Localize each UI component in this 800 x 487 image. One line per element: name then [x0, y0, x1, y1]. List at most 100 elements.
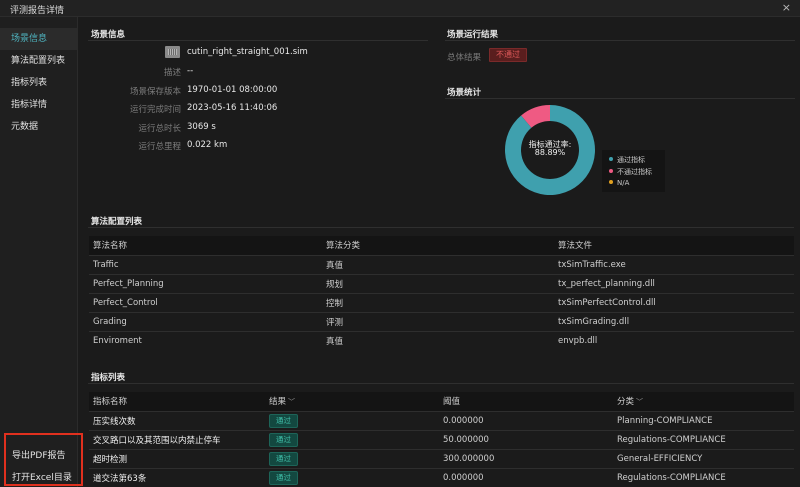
table-cell: Perfect_Planning [89, 273, 322, 293]
table-row: Enviroment 真值 envpb.dll [89, 330, 794, 350]
chevron-down-icon: ﹀ [288, 398, 296, 407]
algo-config-title: 算法配置列表 [91, 217, 143, 227]
table-cell: tx_perfect_planning.dll [554, 273, 794, 293]
sidebar-item-algo-config[interactable]: 算法配置列表 [0, 50, 77, 72]
table-row: 交叉路口以及其范围以内禁止停车 通过 50.000000 Regulations… [89, 429, 794, 449]
table-row: Traffic 真值 txSimTraffic.exe [89, 254, 794, 274]
overall-result-badge: 不通过 [489, 48, 527, 62]
legend-swatch [609, 157, 613, 161]
field-label: 描述 [163, 68, 181, 78]
sidebar-item-metric-detail[interactable]: 指标详情 [0, 94, 77, 116]
field-value: 0.022 km [187, 140, 228, 150]
table-row: Grading 评测 txSimGrading.dll [89, 311, 794, 331]
legend-label: N/A [617, 179, 630, 187]
close-icon[interactable]: × [782, 1, 791, 14]
legend-item: N/A [609, 179, 629, 187]
chevron-down-icon: ﹀ [636, 398, 644, 407]
pass-badge: 通过 [269, 413, 298, 428]
column-header-result[interactable]: 结果 ﹀ [265, 392, 439, 411]
sidebar-item-metadata[interactable]: 元数据 [0, 116, 77, 138]
table-cell: 0.000000 [439, 467, 613, 487]
field-label: 运行完成时间 [129, 105, 181, 115]
table-cell: Grading [89, 311, 322, 331]
legend-swatch [609, 180, 613, 184]
run-result-title: 场景运行结果 [447, 30, 499, 40]
column-header-label: 结果 [269, 397, 287, 408]
sidebar-item-metric-list[interactable]: 指标列表 [0, 72, 77, 94]
table-row: Perfect_Control 控制 txSimPerfectControl.d… [89, 292, 794, 312]
table-cell: Enviroment [89, 330, 322, 350]
open-excel-button[interactable]: 打开Excel目录 [12, 470, 72, 483]
table-header-row: 算法名称 算法分类 算法文件 [89, 236, 794, 255]
table-cell: General-EFFICIENCY [613, 448, 794, 468]
table-cell: 通过 [265, 410, 439, 430]
table-cell: 交叉路口以及其范围以内禁止停车 [89, 429, 265, 449]
table-cell: 通过 [265, 429, 439, 449]
field-value: 3069 s [187, 122, 216, 132]
table-cell: envpb.dll [554, 330, 794, 350]
sidebar: 场景信息 算法配置列表 指标列表 指标详情 元数据 [0, 17, 78, 487]
table-cell: 压实线次数 [89, 410, 265, 430]
column-header-category[interactable]: 分类 ﹀ [613, 392, 794, 411]
column-header: 算法名称 [89, 236, 322, 255]
table-cell: Perfect_Control [89, 292, 322, 312]
table-cell: 通过 [265, 448, 439, 468]
metric-list-title: 指标列表 [91, 373, 126, 383]
table-cell: txSimGrading.dll [554, 311, 794, 331]
table-cell: Planning-COMPLIANCE [613, 410, 794, 430]
table-cell: 真值 [322, 254, 554, 274]
table-cell: 300.000000 [439, 448, 613, 468]
legend-label: 通过指标 [617, 156, 645, 164]
sidebar-item-scene-info[interactable]: 场景信息 [0, 28, 77, 50]
table-cell: 规划 [322, 273, 554, 293]
scene-info-title: 场景信息 [91, 30, 126, 40]
field-label: 运行总时长 [138, 124, 181, 134]
table-cell: 真值 [322, 330, 554, 350]
legend-label: 不通过指标 [617, 168, 652, 176]
overall-result-label: 总体结果 [447, 53, 482, 63]
metric-list-table: 指标名称 结果 ﹀ 阈值 分类 ﹀ 压实线次数 通过 0.000000 Planni… [89, 392, 794, 487]
divider [88, 40, 428, 41]
table-row: Perfect_Planning 规划 tx_perfect_planning.… [89, 273, 794, 293]
table-cell: 道交法第63条 [89, 467, 265, 487]
table-cell: 控制 [322, 292, 554, 312]
pass-badge: 通过 [269, 451, 298, 466]
divider [88, 383, 794, 384]
table-cell: 0.000000 [439, 410, 613, 430]
table-cell: Traffic [89, 254, 322, 274]
table-cell: 50.000000 [439, 429, 613, 449]
scene-file-name: cutin_right_straight_001.sim [187, 47, 308, 57]
table-cell: Regulations-COMPLIANCE [613, 429, 794, 449]
legend-item: 不通过指标 [609, 167, 652, 177]
divider [445, 98, 795, 99]
column-header: 算法分类 [322, 236, 554, 255]
algo-config-table: 算法名称 算法分类 算法文件 Traffic 真值 txSimTraffic.e… [89, 236, 794, 350]
export-pdf-button[interactable]: 导出PDF报告 [12, 448, 66, 461]
divider [88, 227, 794, 228]
legend-item: 通过指标 [609, 155, 645, 165]
pass-badge: 通过 [269, 432, 298, 447]
table-cell: txSimTraffic.exe [554, 254, 794, 274]
table-row: 道交法第63条 通过 0.000000 Regulations-COMPLIAN… [89, 467, 794, 487]
table-cell: 通过 [265, 467, 439, 487]
table-row: 压实线次数 通过 0.000000 Planning-COMPLIANCE [89, 410, 794, 430]
field-value: 2023-05-16 11:40:06 [187, 103, 278, 113]
title-bar: 评测报告详情 × [0, 0, 800, 17]
field-value: 1970-01-01 08:00:00 [187, 85, 278, 95]
table-row: 超时检测 通过 300.000000 General-EFFICIENCY [89, 448, 794, 468]
pass-badge: 通过 [269, 470, 298, 485]
export-actions: 导出PDF报告 打开Excel目录 [4, 433, 83, 486]
table-cell: Regulations-COMPLIANCE [613, 467, 794, 487]
legend-swatch [609, 169, 613, 173]
column-header: 算法文件 [554, 236, 794, 255]
table-cell: 超时检测 [89, 448, 265, 468]
file-icon [165, 46, 180, 58]
field-label: 运行总里程 [138, 142, 181, 152]
column-header: 阈值 [439, 392, 613, 411]
table-cell: 评测 [322, 311, 554, 331]
column-header: 指标名称 [89, 392, 265, 411]
divider [445, 40, 795, 41]
table-header-row: 指标名称 结果 ﹀ 阈值 分类 ﹀ [89, 392, 794, 411]
field-value: -- [187, 66, 194, 76]
field-label: 场景保存版本 [129, 87, 181, 97]
